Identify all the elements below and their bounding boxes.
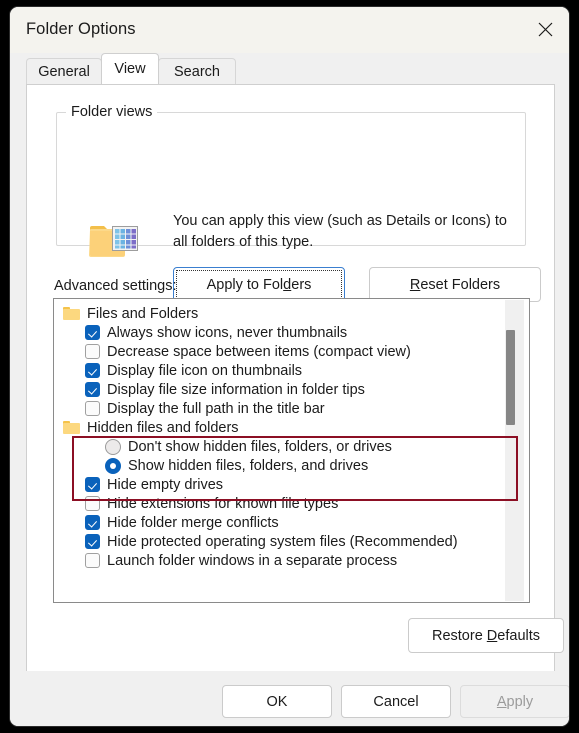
setting-row[interactable]: Hidden files and folders (54, 418, 501, 437)
window-title: Folder Options (26, 20, 136, 38)
scrollbar-thumb[interactable] (506, 330, 515, 425)
setting-row-label: Display the full path in the title bar (107, 400, 325, 417)
setting-row-label: Hide folder merge conflicts (107, 514, 279, 531)
list-scrollbar[interactable] (500, 300, 528, 601)
advanced-settings-label: Advanced settings: (54, 278, 177, 294)
close-icon[interactable] (522, 7, 569, 52)
restore-defaults-button[interactable]: Restore Defaults (408, 618, 564, 653)
tab-search-label: Search (174, 63, 220, 80)
folder-views-description: You can apply this view (such as Details… (173, 213, 507, 250)
reset-label-post: eset Folders (420, 276, 501, 293)
apply-to-folders-label: Apply to Folders (207, 277, 312, 293)
dialog-footer: OK Cancel Apply (10, 671, 569, 726)
apply-btn-post: pply (506, 693, 534, 710)
advanced-settings-list[interactable]: Files and Folders Always show icons, neve… (53, 298, 530, 603)
apply-label-pre: Apply to Fol (206, 276, 284, 293)
setting-row[interactable]: Don't show hidden files, folders, or dri… (54, 437, 501, 456)
setting-row[interactable]: Display file size information in folder … (54, 380, 501, 399)
checkbox[interactable] (85, 325, 100, 340)
setting-row-label: Show hidden files, folders, and drives (128, 457, 369, 474)
checkbox[interactable] (85, 534, 100, 549)
apply-button-label: Apply (497, 694, 533, 710)
tab-general-label: General (38, 63, 90, 80)
checkbox[interactable] (85, 553, 100, 568)
setting-row-label: Hidden files and folders (87, 419, 239, 436)
setting-row-label: Files and Folders (87, 305, 199, 322)
checkbox[interactable] (85, 382, 100, 397)
folder-icon (63, 421, 80, 434)
checkbox[interactable] (85, 344, 100, 359)
reset-folders-label: Reset Folders (410, 277, 500, 293)
setting-row-label: Launch folder windows in a separate proc… (107, 552, 398, 569)
setting-row-label: Decrease space between items (compact vi… (107, 343, 411, 360)
setting-row-label: Don't show hidden files, folders, or dri… (128, 438, 392, 455)
setting-row[interactable]: Decrease space between items (compact vi… (54, 342, 501, 361)
restore-label-pre: Restore (431, 627, 487, 644)
folder-icon (63, 307, 80, 320)
setting-row-label: Always show icons, never thumbnails (107, 324, 348, 341)
title-bar: Folder Options (10, 7, 569, 53)
ok-button[interactable]: OK (222, 685, 332, 718)
radio-button[interactable] (105, 457, 121, 474)
setting-row[interactable]: Hide empty drives (54, 475, 501, 494)
setting-row[interactable]: Always show icons, never thumbnails (54, 323, 501, 342)
checkbox[interactable] (85, 496, 100, 511)
setting-row-label: Hide empty drives (107, 476, 224, 493)
tab-search[interactable]: Search (158, 58, 236, 84)
advanced-settings-rows: Files and Folders Always show icons, neve… (54, 299, 501, 570)
setting-row[interactable]: Launch folder windows in a separate proc… (54, 551, 501, 570)
restore-label-post: efaults (497, 627, 541, 644)
setting-row-label: Hide extensions for known file types (107, 495, 339, 512)
tab-general[interactable]: General (26, 58, 102, 84)
setting-row[interactable]: Display the full path in the title bar (54, 399, 501, 418)
setting-row[interactable]: Hide extensions for known file types (54, 494, 501, 513)
folder-options-dialog: Folder Options General View Search Folde… (9, 6, 570, 727)
cancel-button-label: Cancel (373, 693, 419, 710)
apply-button: Apply (460, 685, 569, 718)
reset-label-accel: R (409, 276, 421, 293)
ok-button-label: OK (266, 693, 288, 710)
checkbox[interactable] (85, 401, 100, 416)
setting-row[interactable]: Files and Folders (54, 304, 501, 323)
apply-label-post: ers (291, 276, 312, 293)
setting-row[interactable]: Hide protected operating system files (R… (54, 532, 501, 551)
checkbox[interactable] (85, 363, 100, 378)
checkbox[interactable] (85, 477, 100, 492)
reset-folders-button[interactable]: Reset Folders (369, 267, 541, 302)
folder-views-legend: Folder views (66, 104, 158, 120)
setting-row[interactable]: Display file icon on thumbnails (54, 361, 501, 380)
setting-row-label: Display file icon on thumbnails (107, 362, 303, 379)
setting-row[interactable]: Hide folder merge conflicts (54, 513, 501, 532)
setting-row[interactable]: Show hidden files, folders, and drives (54, 456, 501, 475)
tab-view-label: View (114, 61, 146, 77)
tab-view[interactable]: View (101, 53, 159, 84)
apply-to-folders-button[interactable]: Apply to Folders (173, 267, 345, 302)
restore-defaults-label: Restore Defaults (432, 628, 540, 644)
folder-details-view-icon (87, 219, 141, 270)
radio-button[interactable] (105, 438, 121, 455)
setting-row-label: Hide protected operating system files (R… (107, 533, 458, 550)
tab-strip: General View Search (10, 53, 569, 84)
cancel-button[interactable]: Cancel (341, 685, 451, 718)
checkbox[interactable] (85, 515, 100, 530)
view-tab-panel: Folder views You can apply this view (su… (26, 84, 564, 672)
apply-btn-accel: A (496, 693, 507, 710)
setting-row-label: Display file size information in folder … (107, 381, 365, 398)
restore-label-accel: D (486, 627, 498, 644)
